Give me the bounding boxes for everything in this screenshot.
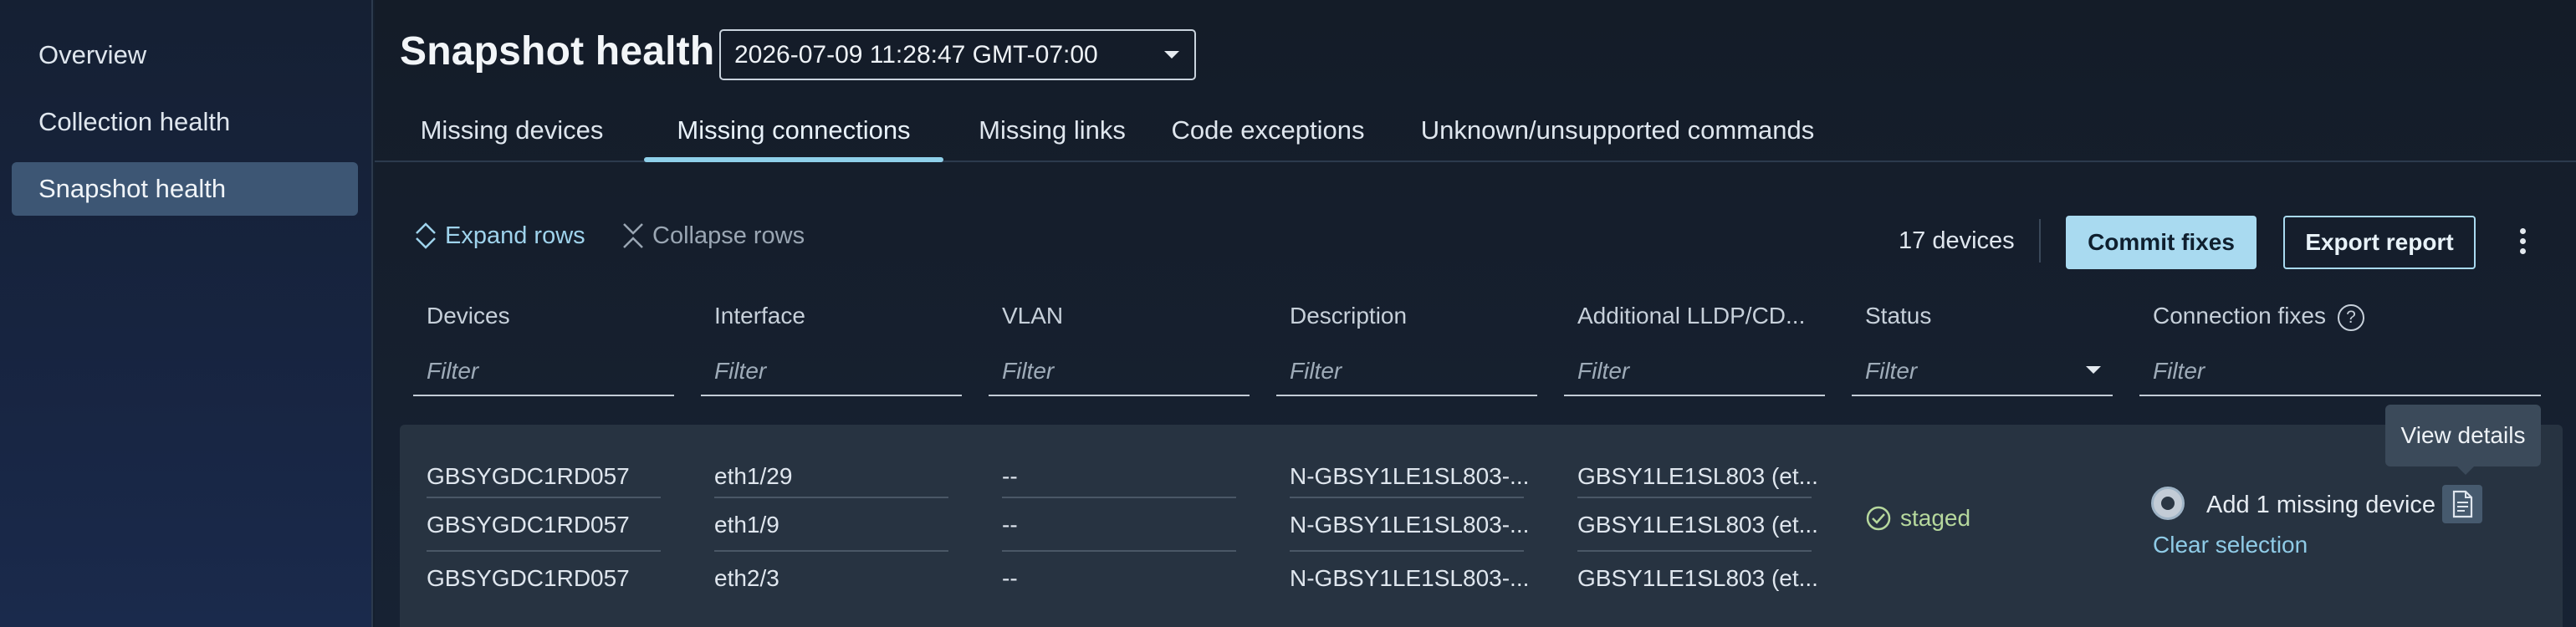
tab-missing-connections[interactable]: Missing connections [644, 100, 943, 162]
tab-missing-links[interactable]: Missing links [967, 100, 1137, 161]
column-header-interface[interactable]: Interface [714, 303, 805, 329]
snapshot-select[interactable]: 2026-07-09 11:28:47 GMT-07:00 [719, 29, 1196, 80]
expand-icon [416, 222, 436, 249]
cell-device: GBSYGDC1RD057 [427, 565, 630, 591]
cell-lldp: GBSY1LE1SL803 (et... [1577, 512, 1818, 538]
cell-interface: eth1/29 [714, 463, 793, 489]
cell-vlan: -- [1002, 463, 1018, 489]
cell-interface: eth1/9 [714, 512, 779, 538]
column-header-description[interactable]: Description [1290, 303, 1407, 329]
chevron-down-icon [1164, 51, 1179, 59]
connection-fixes-label: Connection fixes [2153, 303, 2327, 329]
cell-lldp: GBSY1LE1SL803 (et... [1577, 463, 1818, 489]
column-header-connection-fixes[interactable]: Connection fixes? [2153, 303, 2365, 331]
sidebar-item-collection-health[interactable]: Collection health [12, 95, 358, 149]
column-header-additional-lldp[interactable]: Additional LLDP/CD... [1577, 303, 1805, 329]
clear-selection-link[interactable]: Clear selection [2153, 532, 2308, 558]
expand-rows-label: Expand rows [445, 222, 585, 249]
cell-lldp: GBSY1LE1SL803 (et... [1577, 565, 1818, 591]
sidebar-item-overview[interactable]: Overview [12, 28, 358, 82]
description-filter-input[interactable] [1276, 348, 1537, 396]
help-icon[interactable]: ? [2338, 303, 2365, 331]
tab-bar: Missing devices Missing connections Miss… [375, 100, 2576, 162]
tab-code-exceptions[interactable]: Code exceptions [1159, 100, 1377, 161]
cell-vlan: -- [1002, 512, 1018, 538]
snapshot-select-value: 2026-07-09 11:28:47 GMT-07:00 [734, 40, 1098, 69]
column-header-devices[interactable]: Devices [427, 303, 510, 329]
toolbar-divider [2039, 219, 2041, 263]
cell-vlan: -- [1002, 565, 1018, 591]
sidebar: Overview Collection health Snapshot heal… [0, 0, 373, 627]
cell-description: N-GBSY1LE1SL803-... [1290, 565, 1530, 591]
cell-description: N-GBSY1LE1SL803-... [1290, 512, 1530, 538]
fix-label: Add 1 missing device [2206, 492, 2436, 518]
view-details-button[interactable] [2442, 485, 2482, 523]
devices-filter-input[interactable] [413, 348, 674, 396]
device-count: 17 devices [1899, 227, 2015, 254]
commit-fixes-button[interactable]: Commit fixes [2066, 216, 2257, 269]
view-details-tooltip: View details [2385, 405, 2541, 475]
tab-missing-devices[interactable]: Missing devices [401, 100, 622, 161]
cell-interface: eth2/3 [714, 565, 779, 591]
row-group[interactable]: GBSYGDC1RD057 eth1/29 -- N-GBSY1LE1SL803… [400, 425, 2563, 627]
interface-filter-input[interactable] [701, 348, 962, 396]
check-circle-icon [1866, 506, 1891, 531]
vlan-filter-input[interactable] [989, 348, 1250, 396]
export-report-button[interactable]: Export report [2283, 216, 2476, 269]
column-header-vlan[interactable]: VLAN [1002, 303, 1063, 329]
collapse-rows-button[interactable]: Collapse rows [621, 219, 805, 252]
kebab-menu-icon[interactable] [2514, 226, 2531, 259]
sidebar-item-snapshot-health[interactable]: Snapshot health [12, 162, 358, 216]
status-text: staged [1900, 505, 1971, 531]
collapse-rows-label: Collapse rows [652, 222, 805, 249]
cell-device: GBSYGDC1RD057 [427, 512, 630, 538]
lldp-filter-input[interactable] [1564, 348, 1825, 396]
cell-description: N-GBSY1LE1SL803-... [1290, 463, 1530, 489]
collapse-icon [623, 223, 643, 248]
connection-fixes-filter-input[interactable] [2139, 348, 2541, 396]
main-panel: Snapshot health 2026-07-09 11:28:47 GMT-… [375, 0, 2576, 627]
page-title: Snapshot health [400, 29, 715, 74]
expand-rows-button[interactable]: Expand rows [413, 219, 585, 252]
status-filter-select[interactable] [1852, 348, 2113, 396]
chevron-down-icon [2086, 366, 2101, 374]
cell-device: GBSYGDC1RD057 [427, 463, 630, 489]
document-icon [2452, 490, 2473, 518]
column-header-status[interactable]: Status [1865, 303, 1931, 329]
fix-radio[interactable] [2151, 487, 2185, 520]
status-badge: staged [1865, 505, 1970, 532]
tab-unknown-unsupported-commands[interactable]: Unknown/unsupported commands [1400, 100, 1835, 161]
